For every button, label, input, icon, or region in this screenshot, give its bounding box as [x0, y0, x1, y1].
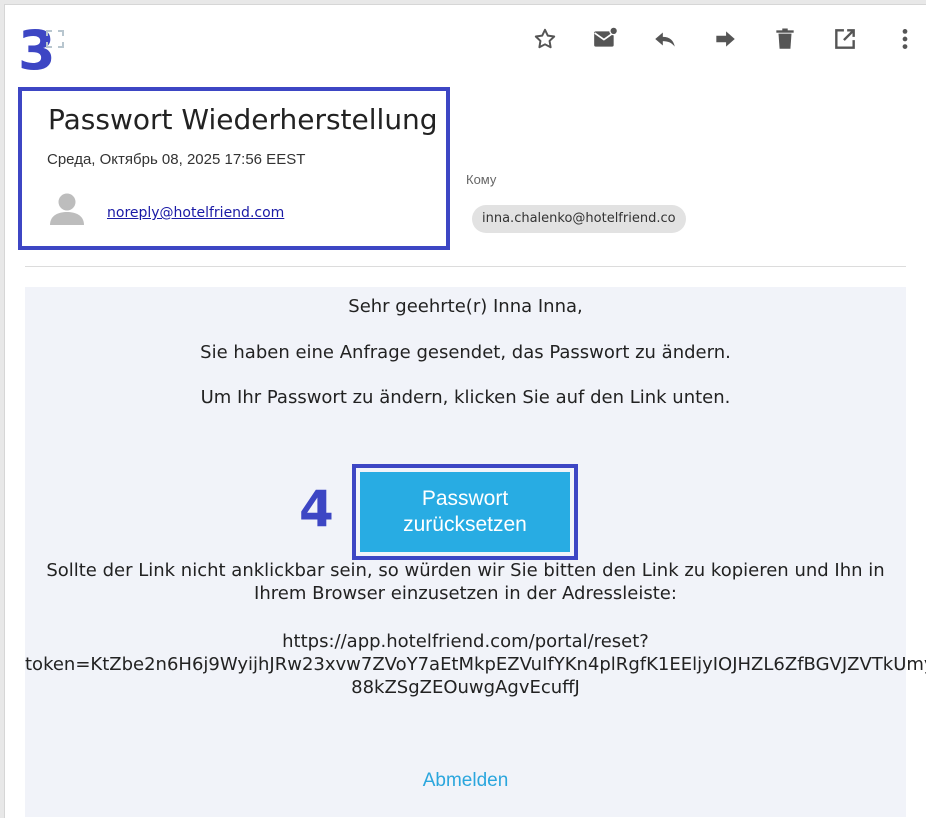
forward-icon[interactable]: [708, 22, 742, 56]
to-label: Кому: [466, 172, 497, 187]
email-subject: Passwort Wiederherstellung: [48, 103, 438, 136]
reset-url-line-3: 88kZSgZEOuwgAgvEcuffJ: [351, 677, 580, 698]
mark-unread-icon[interactable]: [588, 22, 622, 56]
request-text: Sie haben eine Anfrage gesendet, das Pas…: [200, 342, 731, 363]
delete-icon[interactable]: [768, 22, 802, 56]
expand-corner-icon: [46, 30, 64, 48]
reset-url-text[interactable]: https://app.hotelfriend.com/portal/reset…: [25, 630, 926, 699]
open-external-icon[interactable]: [828, 22, 862, 56]
reply-icon[interactable]: [648, 22, 682, 56]
fallback-text-content: Sollte der Link nicht anklickbar sein, s…: [46, 560, 885, 604]
header-divider: [25, 266, 906, 267]
email-body: Sehr geehrte(r) Inna Inna, Sie haben ein…: [25, 287, 926, 817]
recipient-chip[interactable]: inna.chalenko@hotelfriend.co: [472, 205, 686, 233]
step-number-4: 4: [299, 480, 334, 538]
email-header-highlight: Passwort Wiederherstellung Среда, Октябр…: [18, 87, 450, 250]
reset-url-line-2: token=KtZbe2n6H6j9WyijhJRw23xvw7ZVoY7aEt…: [25, 654, 926, 675]
more-vert-icon[interactable]: [888, 22, 922, 56]
star-icon[interactable]: [528, 22, 562, 56]
reset-url-line-1: https://app.hotelfriend.com/portal/reset…: [282, 631, 649, 652]
greeting-text: Sehr geehrte(r) Inna Inna,: [348, 296, 583, 317]
reset-password-button[interactable]: Passwort zurücksetzen: [360, 472, 570, 552]
reset-password-label: Passwort zurücksetzen: [403, 487, 527, 536]
fallback-text: Sollte der Link nicht anklickbar sein, s…: [25, 559, 906, 605]
reset-button-highlight: Passwort zurücksetzen: [352, 464, 578, 560]
avatar-icon: [50, 193, 84, 225]
email-date: Среда, Октябрь 08, 2025 17:56 EEST: [47, 151, 306, 168]
instruction-text: Um Ihr Passwort zu ändern, klicken Sie a…: [200, 387, 731, 408]
unsubscribe-link[interactable]: Abmelden: [25, 770, 906, 792]
sender-email-link[interactable]: noreply@hotelfriend.com: [107, 205, 284, 221]
